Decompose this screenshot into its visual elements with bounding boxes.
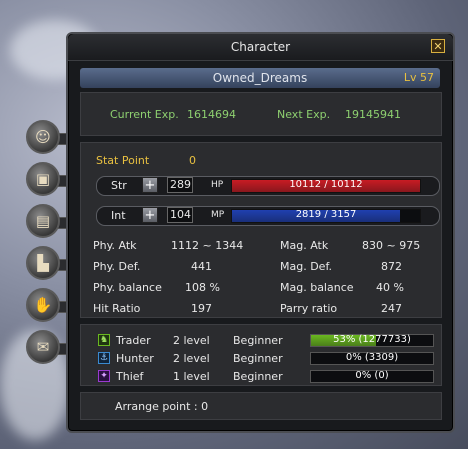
stat-point-value: 0 bbox=[189, 154, 196, 167]
int-label: Int bbox=[111, 209, 126, 222]
int-value: 104 bbox=[167, 207, 193, 223]
hp-label: HP bbox=[211, 180, 224, 190]
boots-tab-icon[interactable]: ▙ bbox=[26, 246, 60, 280]
next-exp-value: 19145941 bbox=[345, 108, 401, 121]
character-tab-icon[interactable]: ☺ bbox=[26, 120, 60, 154]
hit-ratio-label: Hit Ratio bbox=[93, 302, 141, 315]
mag-def-label: Mag. Def. bbox=[280, 260, 333, 273]
job-progress-text: 0% (3309) bbox=[345, 352, 399, 363]
phy-atk-value: 1112 ~ 1344 bbox=[171, 239, 244, 252]
mp-bar: 2819 / 3157 bbox=[231, 209, 421, 223]
parry-ratio-value: 247 bbox=[381, 302, 402, 315]
job-name: Trader bbox=[116, 334, 151, 347]
str-label: Str bbox=[111, 179, 127, 192]
handshake-tab-icon[interactable]: ✋ bbox=[26, 288, 60, 322]
job-progress-text: 53% (1277733) bbox=[333, 334, 411, 345]
mag-atk-value: 830 ~ 975 bbox=[362, 239, 421, 252]
parry-ratio-label: Parry ratio bbox=[280, 302, 338, 315]
job-progress-text: 0% (0) bbox=[355, 370, 389, 381]
current-exp-label: Current Exp. bbox=[110, 108, 179, 121]
exp-panel: Current Exp. 1614694 Next Exp. 19145941 bbox=[80, 92, 442, 136]
mag-atk-label: Mag. Atk bbox=[280, 239, 329, 252]
title-bar[interactable]: Character ✕ bbox=[68, 34, 453, 61]
scroll-tab-icon[interactable]: ✉ bbox=[26, 330, 60, 364]
job-progress-bar: 0% (3309) bbox=[310, 352, 434, 365]
phy-balance-value: 108 % bbox=[185, 281, 220, 294]
character-window: Character ✕ Owned_Dreams Lv 57 Current E… bbox=[66, 32, 455, 433]
next-exp-label: Next Exp. bbox=[277, 108, 331, 121]
hp-bar-text: 10112 / 10112 bbox=[289, 179, 363, 190]
close-icon[interactable]: ✕ bbox=[431, 39, 445, 53]
job-name: Thief bbox=[116, 370, 144, 383]
mag-def-value: 872 bbox=[381, 260, 402, 273]
phy-balance-label: Phy. balance bbox=[93, 281, 162, 294]
job-progress-bar: 53% (1277733) bbox=[310, 334, 434, 347]
hp-bar: 10112 / 10112 bbox=[231, 179, 421, 193]
int-plus-button[interactable]: + bbox=[142, 207, 158, 223]
character-level: Lv 57 bbox=[403, 71, 434, 84]
phy-atk-label: Phy. Atk bbox=[93, 239, 137, 252]
mp-label: MP bbox=[211, 210, 225, 220]
name-bar: Owned_Dreams Lv 57 bbox=[80, 68, 440, 88]
job-name: Hunter bbox=[116, 352, 154, 365]
str-row: Str + 289 HP 10112 / 10112 bbox=[96, 176, 440, 196]
mag-balance-value: 40 % bbox=[376, 281, 404, 294]
job-rank: Beginner bbox=[233, 334, 283, 347]
arrange-panel: Arrange point : 0 bbox=[80, 392, 442, 420]
window-title: Character bbox=[230, 40, 291, 54]
mag-balance-label: Mag. balance bbox=[280, 281, 354, 294]
job-level: 2 level bbox=[173, 334, 210, 347]
job-level: 1 level bbox=[173, 370, 210, 383]
mp-bar-text: 2819 / 3157 bbox=[295, 209, 357, 220]
str-plus-button[interactable]: + bbox=[142, 177, 158, 193]
job-progress-bar: 0% (0) bbox=[310, 370, 434, 383]
job-rank: Beginner bbox=[233, 370, 283, 383]
arrange-point: Arrange point : 0 bbox=[115, 400, 209, 413]
phy-def-label: Phy. Def. bbox=[93, 260, 141, 273]
phy-def-value: 441 bbox=[191, 260, 212, 273]
skill-book-tab-icon[interactable]: ▤ bbox=[26, 204, 60, 238]
str-value: 289 bbox=[167, 177, 193, 193]
thief-icon: ✦ bbox=[98, 370, 110, 382]
current-exp-value: 1614694 bbox=[187, 108, 236, 121]
character-name: Owned_Dreams bbox=[212, 71, 308, 85]
hit-ratio-value: 197 bbox=[191, 302, 212, 315]
job-level: 2 level bbox=[173, 352, 210, 365]
job-rank: Beginner bbox=[233, 352, 283, 365]
stat-point-label: Stat Point bbox=[96, 154, 150, 167]
inventory-tab-icon[interactable]: ▣ bbox=[26, 162, 60, 196]
hunter-icon: ⚓ bbox=[98, 352, 110, 364]
int-row: Int + 104 MP 2819 / 3157 bbox=[96, 206, 440, 226]
trader-icon: ♞ bbox=[98, 334, 110, 346]
